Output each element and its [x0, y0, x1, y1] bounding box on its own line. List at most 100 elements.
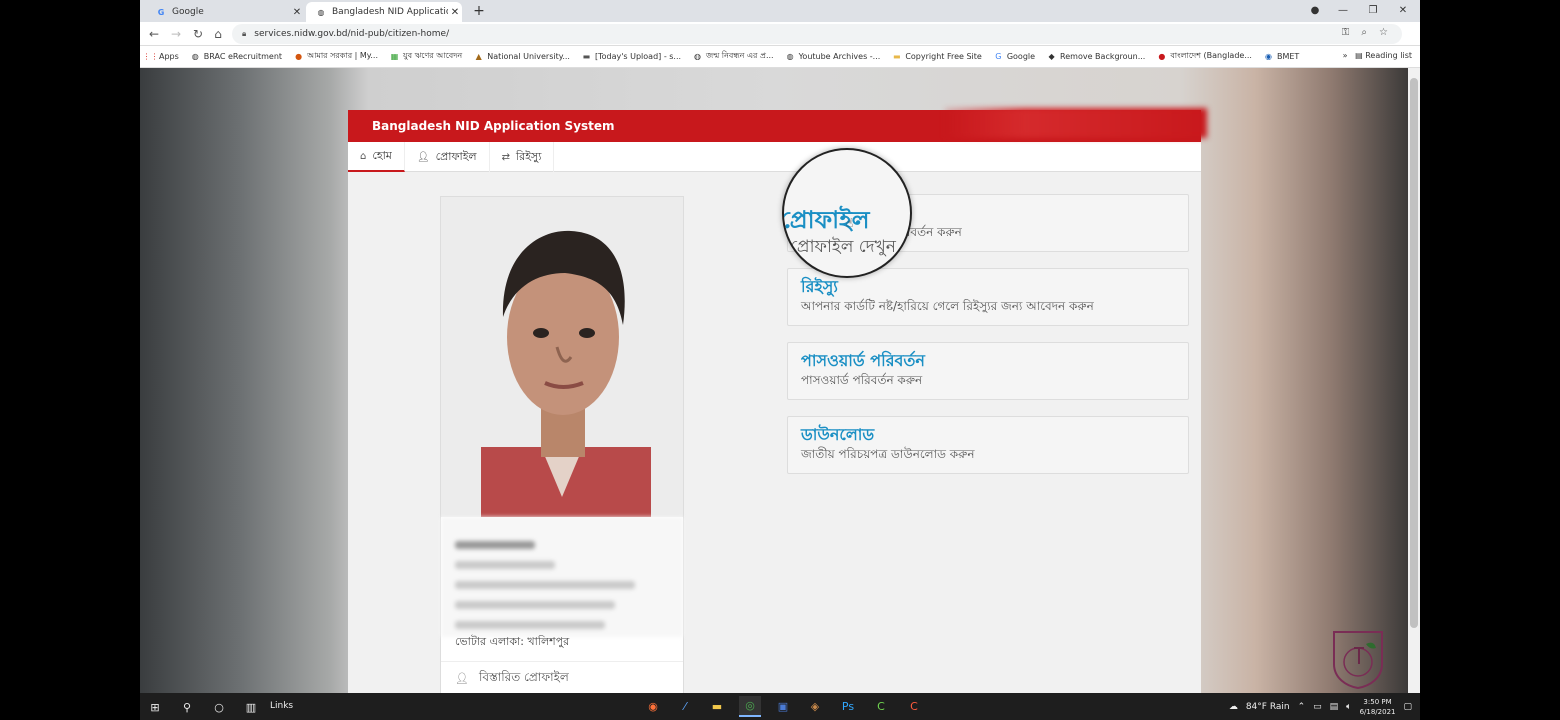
menu-title: ডাউনলোড [801, 425, 875, 444]
lock-icon: 🔒︎ [242, 29, 247, 38]
new-tab-button[interactable]: + [470, 3, 488, 19]
windows-start-icon[interactable]: ⊞ [146, 698, 164, 716]
globe-icon: ◍ [317, 7, 325, 17]
links-toolbar[interactable]: Links [270, 701, 293, 711]
reading-list[interactable]: Reading list [1365, 51, 1412, 60]
folder-icon: ▬ [582, 52, 591, 61]
menu-desc: জাতীয় পরিচয়পত্র ডাউনলোড করুন [801, 447, 975, 461]
tab-title: Google [172, 7, 204, 17]
site-icon: ◉ [1264, 52, 1272, 61]
close-tab-icon[interactable]: ✕ [448, 7, 462, 18]
menu-title: রিইস্যু [801, 277, 838, 296]
detailed-profile-link[interactable]: 👤︎ বিস্তারিত প্রোফাইল [441, 661, 683, 695]
page-viewport: Bangladesh NID Application System ⌂ হোম 👤… [140, 68, 1408, 710]
bookmark[interactable]: ▬ Copyright Free Site [886, 52, 988, 61]
photoshop-icon[interactable]: Ps [837, 696, 859, 717]
tab-reissue[interactable]: ⇄ রিইস্যু [490, 142, 555, 172]
bookmark[interactable]: ◍ BRAC eRecruitment [185, 52, 288, 61]
tab-google[interactable]: G Google ✕ [146, 2, 304, 22]
reload-icon[interactable]: ↻ [190, 26, 206, 42]
bookmark[interactable]: ◍ জন্ম নিবন্ধন এর প্র... [687, 50, 780, 63]
site-icon: ◆ [1048, 52, 1055, 61]
firefox-icon[interactable]: ◉ [642, 696, 664, 717]
star-icon[interactable]: ☆ [1379, 27, 1388, 38]
app-icon[interactable]: ⁄ [674, 696, 696, 717]
site-icon: ● [1158, 52, 1166, 61]
blurred-personal-info [441, 517, 683, 637]
folder-icon: ▬ [893, 52, 901, 61]
retweet-icon: ⇄ [501, 151, 511, 163]
globe-icon: ◍ [786, 52, 794, 61]
file-explorer-icon[interactable]: ▬ [706, 696, 728, 717]
menu-title: পাসওয়ার্ড পরিবর্তন [801, 351, 925, 370]
menu-card-download[interactable]: ডাউনলোড জাতীয় পরিচয়পত্র ডাউনলোড করুন [787, 416, 1189, 474]
task-view-icon[interactable]: ▥ [242, 698, 260, 716]
bookmark[interactable]: ▬ [Today's Upload] - s... [576, 52, 687, 61]
app-title: Bangladesh NID Application System [372, 119, 615, 133]
bookmark[interactable]: ◉ BMET [1258, 52, 1305, 61]
bookmark[interactable]: ◍ Youtube Archives -... [780, 52, 887, 61]
bookmark[interactable]: ◆ Remove Backgroun... [1041, 52, 1151, 61]
bookmark[interactable]: ● বাংলাদেশ (Banglade... [1151, 50, 1258, 63]
app-icon[interactable]: ◈ [804, 696, 826, 717]
forward-icon[interactable]: → [168, 26, 184, 42]
home-icon: ⌂ [360, 150, 367, 162]
page-scrollbar[interactable] [1408, 68, 1420, 693]
google-icon: G [157, 7, 165, 17]
bookmark[interactable]: ▲ National University... [468, 52, 576, 61]
restore-button[interactable]: ❐ [1358, 3, 1388, 19]
site-icon: ▦ [390, 52, 399, 61]
nid-panel: Bangladesh NID Application System ⌂ হোম 👤… [348, 108, 1207, 710]
network-icon[interactable]: ▤ [1330, 702, 1339, 712]
close-tab-icon[interactable]: ✕ [290, 7, 304, 18]
back-icon[interactable]: ← [146, 26, 162, 42]
camtasia-icon[interactable]: C [870, 696, 892, 717]
chevron-up-icon[interactable]: ⌃ [1298, 702, 1306, 712]
user-icon: 👤︎ [455, 672, 469, 685]
tab-strip: G Google ✕ ◍ Bangladesh NID Application … [140, 0, 1420, 22]
search-icon[interactable]: ⚲ [178, 698, 196, 716]
tray-icon[interactable]: ▭ [1313, 702, 1322, 712]
voter-area: ভোটার এলাকা: খালিশপুর [455, 635, 570, 648]
more-bookmarks-icon[interactable]: » [1343, 51, 1348, 60]
bookmark[interactable]: G Google [988, 52, 1041, 61]
bookmark[interactable]: ▦ যুব ঋণের আবেদন [384, 50, 468, 63]
tab-home[interactable]: ⌂ হোম [348, 142, 405, 172]
chrome-icon[interactable]: ◎ [739, 696, 761, 717]
weather-icon: ☁ [1228, 701, 1238, 712]
profile-menu-icon[interactable]: ● [1300, 3, 1330, 19]
address-bar[interactable]: 🔒︎ services.nidw.gov.bd/nid-pub/citizen-… [232, 24, 1402, 44]
minimize-button[interactable]: — [1328, 3, 1358, 19]
app-icon[interactable]: C [903, 696, 925, 717]
app-header: Bangladesh NID Application System [348, 108, 1207, 142]
bookmark-apps[interactable]: ⋮⋮ Apps [140, 52, 185, 61]
tab-nid[interactable]: ◍ Bangladesh NID Application Syst ✕ [306, 2, 462, 22]
home-icon[interactable]: ⌂ [210, 26, 226, 42]
menu-card-password[interactable]: পাসওয়ার্ড পরিবর্তন পাসওয়ার্ড পরিবর্তন … [787, 342, 1189, 400]
scrollbar-thumb[interactable] [1410, 78, 1418, 628]
profile-card: ভোটার এলাকা: খালিশপুর 👤︎ বিস্তারিত প্রোফ… [440, 196, 684, 710]
notifications-icon[interactable]: ▢ [1403, 702, 1412, 712]
url-text: services.nidw.gov.bd/nid-pub/citizen-hom… [254, 29, 450, 39]
google-icon: G [995, 52, 1002, 61]
tab-title: Bangladesh NID Application Syst [332, 7, 448, 17]
blurred-user-area [945, 108, 1207, 138]
screen: G Google ✕ ◍ Bangladesh NID Application … [140, 0, 1420, 720]
windows-taskbar: ⊞ ⚲ ○ ▥ Links ◉ ⁄ ▬ ◎ ▣ ◈ Ps C C ☁ 84°F … [140, 693, 1420, 720]
tab-profile[interactable]: 👤︎ প্রোফাইল [405, 142, 490, 172]
app-nav: ⌂ হোম 👤︎ প্রোফাইল ⇄ রিইস্যু [348, 142, 1201, 172]
bookmark[interactable]: ● আমার সরকার | My... [288, 50, 384, 63]
apps-grid-icon: ⋮⋮ [142, 52, 159, 61]
app-icon[interactable]: ▣ [772, 696, 794, 717]
site-icon: ● [295, 52, 303, 61]
bookmarks-bar: ⋮⋮ Apps ◍ BRAC eRecruitment ● আমার সরকার | … [140, 46, 1420, 68]
close-window-button[interactable]: ✕ [1388, 3, 1418, 19]
weather-text[interactable]: 84°F Rain [1246, 702, 1290, 712]
zoom-icon[interactable]: ⌕ [1361, 27, 1367, 38]
key-icon[interactable]: ⚿ [1342, 27, 1350, 38]
clock[interactable]: 3:50 PM 6/18/2021 [1360, 697, 1396, 717]
address-toolbar: ← → ↻ ⌂ 🔒︎ services.nidw.gov.bd/nid-pub/… [140, 22, 1420, 46]
cortana-icon[interactable]: ○ [210, 698, 228, 716]
profile-photo [441, 197, 683, 517]
volume-icon[interactable]: 🔈︎ [1346, 702, 1351, 712]
